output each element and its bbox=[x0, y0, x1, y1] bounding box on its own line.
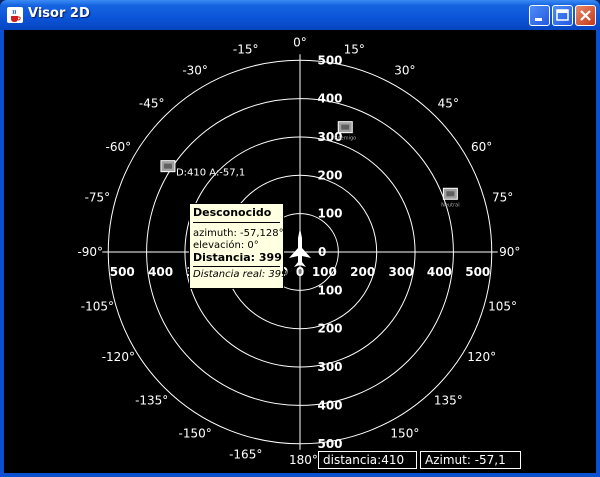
window-title: Visor 2D bbox=[28, 6, 90, 21]
ring-label-bottom: 200 bbox=[317, 322, 342, 336]
angle-label: -60° bbox=[106, 140, 132, 154]
angle-label: -135° bbox=[135, 393, 168, 407]
angle-label: -15° bbox=[233, 42, 259, 56]
angle-label: -90° bbox=[77, 245, 103, 259]
angle-label: 45° bbox=[438, 97, 459, 111]
angle-label-180: 180° bbox=[289, 453, 318, 467]
angle-label: 90° bbox=[499, 245, 520, 259]
app-window: Visor 2D 100 200 300 400 500 100 200 300 400 500… bbox=[0, 0, 600, 477]
target-marker-inner bbox=[341, 124, 350, 130]
jet-silhouette bbox=[289, 228, 311, 267]
axis-label-right: 300 bbox=[389, 265, 414, 279]
tooltip-title: Desconocido bbox=[193, 206, 280, 223]
center-label: 0 bbox=[318, 245, 326, 259]
minimize-button[interactable] bbox=[529, 5, 550, 26]
target-caption: Neutral bbox=[441, 202, 459, 208]
tooltip-real-distance: Distancia real: 399 bbox=[193, 269, 288, 280]
angle-label: -30° bbox=[182, 63, 208, 77]
title-bar[interactable]: Visor 2D bbox=[0, 0, 600, 30]
angle-label: 135° bbox=[434, 393, 463, 407]
angle-label: -150° bbox=[179, 427, 212, 441]
close-icon bbox=[580, 10, 591, 21]
target-label: D:410 A:-57,1 bbox=[176, 168, 245, 179]
angle-label: 15° bbox=[344, 42, 365, 56]
angle-label: -75° bbox=[85, 191, 111, 205]
axis-label-left: 400 bbox=[148, 265, 173, 279]
angle-label: -120° bbox=[102, 350, 135, 364]
java-cup-icon bbox=[7, 7, 23, 23]
ring-label-top: 200 bbox=[317, 168, 342, 182]
axis-label-right: 100 bbox=[312, 265, 337, 279]
angle-label: -45° bbox=[139, 97, 165, 111]
angle-label: 30° bbox=[394, 63, 415, 77]
ring-labels-bottom: 100 200 300 400 500 bbox=[317, 283, 342, 450]
azimuth-status-field: Azimut: -57,1 bbox=[420, 451, 521, 469]
target-marker-inner bbox=[446, 191, 455, 197]
ring-label-top: 100 bbox=[317, 207, 342, 221]
angle-label: 120° bbox=[467, 350, 496, 364]
angle-label: 60° bbox=[471, 140, 492, 154]
target-marker-inner bbox=[163, 163, 172, 169]
ring-label-bottom: 500 bbox=[317, 437, 342, 451]
angle-label: -165° bbox=[229, 448, 262, 462]
minimize-icon bbox=[535, 18, 542, 21]
maximize-icon bbox=[556, 9, 569, 21]
targets-layer: D:410 A:-57,1 Enemigo Neutral bbox=[160, 121, 460, 208]
ring-label-top: 500 bbox=[317, 53, 342, 67]
ring-label-top: 400 bbox=[317, 92, 342, 106]
unknown-target-icon[interactable]: D:410 A:-57,1 bbox=[160, 160, 245, 179]
angle-label: 105° bbox=[488, 299, 517, 313]
ring-label-bottom: 100 bbox=[317, 283, 342, 297]
maximize-button[interactable] bbox=[552, 5, 573, 26]
ring-label-bottom: 300 bbox=[317, 360, 342, 374]
distance-status-field: distancia:410 bbox=[318, 451, 417, 469]
angle-label: 75° bbox=[492, 191, 513, 205]
axis-label-right: 400 bbox=[427, 265, 452, 279]
angle-label: -105° bbox=[81, 299, 114, 313]
axis-labels-right: 100 200 300 400 500 bbox=[312, 265, 490, 279]
radar-display[interactable]: 100 200 300 400 500 100 200 300 400 500 0 100 200 3… bbox=[4, 30, 596, 473]
neutral-target-icon[interactable]: Neutral bbox=[441, 187, 460, 208]
close-button[interactable] bbox=[575, 5, 596, 26]
ring-label-bottom: 400 bbox=[317, 398, 342, 412]
tooltip-azimuth: azimuth: -57,128° bbox=[193, 228, 284, 239]
target-tooltip: Desconocido azimuth: -57,128° elevación:… bbox=[189, 203, 288, 289]
axis-label-zero: 0 bbox=[296, 265, 304, 279]
target-caption: Enemigo bbox=[334, 136, 356, 142]
axis-label-right: 500 bbox=[465, 265, 490, 279]
angle-label: 150° bbox=[390, 427, 419, 441]
own-aircraft-icon bbox=[289, 228, 311, 267]
axis-label-right: 200 bbox=[350, 265, 375, 279]
tooltip-distance: Distancia: 399 bbox=[193, 252, 282, 267]
angle-label: 0° bbox=[293, 35, 307, 49]
axis-label-left: 500 bbox=[110, 265, 135, 279]
